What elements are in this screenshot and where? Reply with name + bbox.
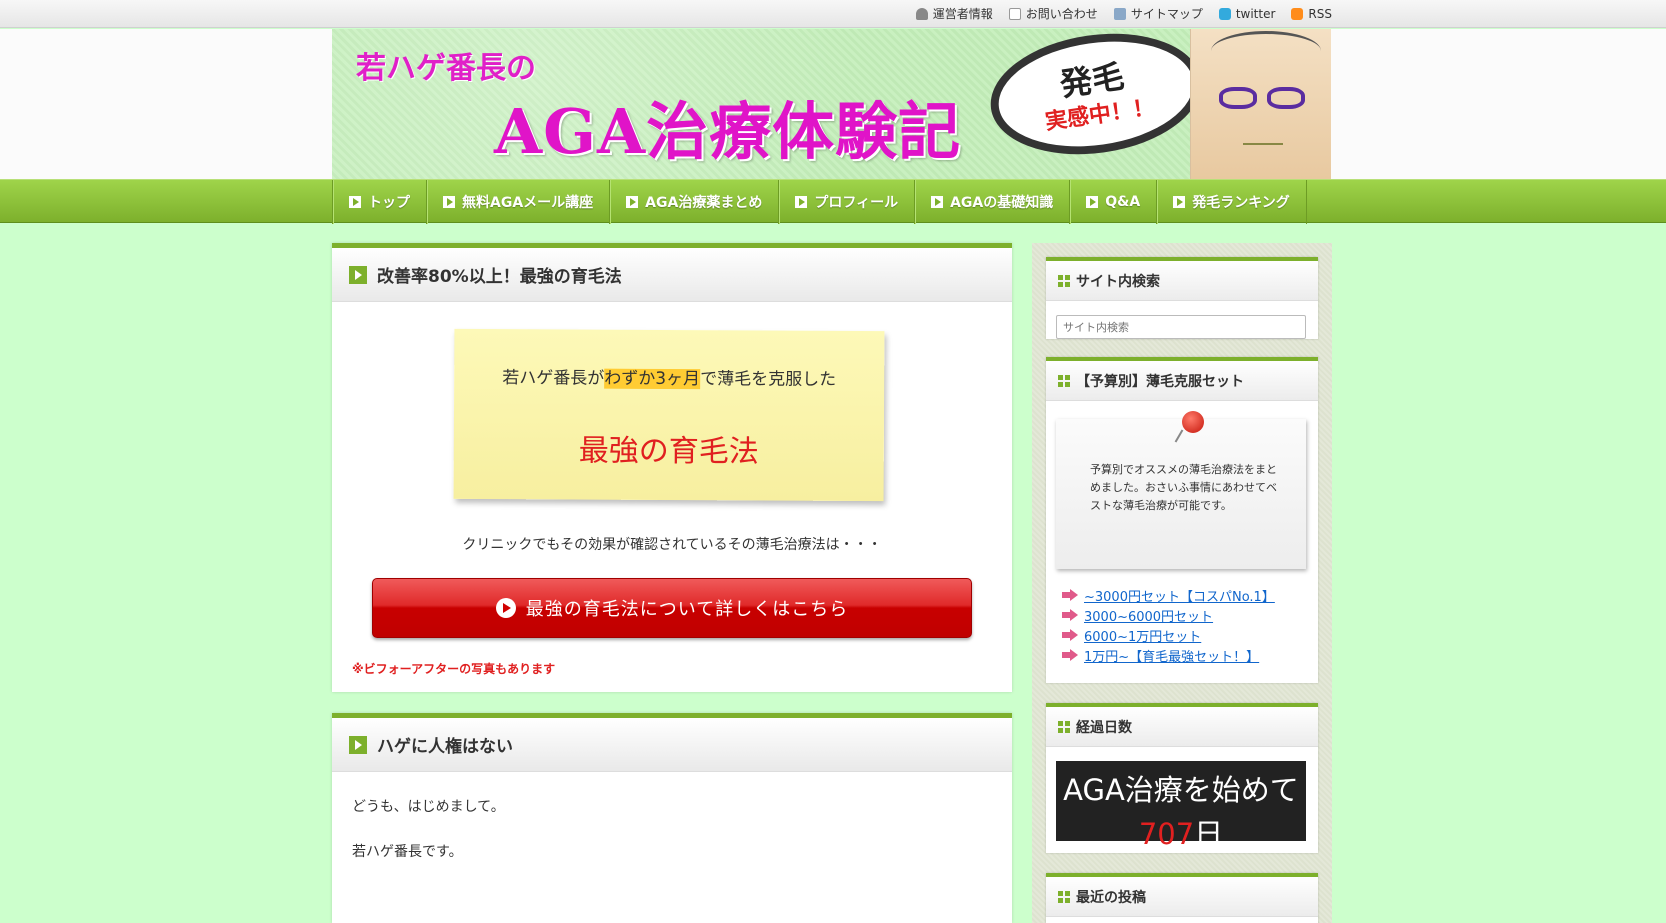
nav-item-basics[interactable]: AGAの基礎知識 [915,180,1071,224]
note-big-text: 最強の育毛法 [578,433,759,470]
mail-icon [1008,7,1021,20]
search-widget: サイト内検索 [1046,257,1318,339]
play-icon [443,196,455,208]
play-icon [349,265,367,284]
site-title: AGA治療体験記 [494,95,962,168]
budget-link-1[interactable]: ~3000円セット【コスパNo.1】 [1062,585,1275,605]
grid-icon [1058,374,1070,387]
recent-posts-widget: 最近の投稿 [1046,873,1318,923]
arrow-right-icon [1062,609,1078,621]
operator-info-link[interactable]: 運営者情報 [915,5,993,22]
nav-item-mail-course[interactable]: 無料AGAメール講座 [427,180,611,224]
arrow-right-icon [1062,629,1078,641]
cta-button[interactable]: 最強の育毛法について詳しくはこちら [372,578,972,638]
hair-icon [1211,31,1321,71]
play-icon [1173,196,1186,208]
intro-post: ハゲに人権はない どうも、はじめまして。 若ハゲ番長です。 [332,713,1012,923]
nav-item-drugs[interactable]: AGA治療薬まとめ [610,180,780,224]
arrow-right-icon [1062,649,1078,661]
nav-items: トップ 無料AGAメール講座 AGA治療薬まとめ プロフィール AGAの基礎知識… [332,180,1307,224]
sitemap-link[interactable]: サイトマップ [1113,5,1203,22]
budget-widget: 【予算別】薄毛克服セット 予算別でオススメの薄毛治療法をまとめました。おさいふ事… [1046,357,1318,683]
pinned-memo: 予算別でオススメの薄毛治療法をまとめました。おさいふ事情にあわせてベストな薄毛治… [1056,411,1306,569]
site-search-input[interactable] [1056,315,1306,339]
bubble-sub-text: 実感中！！ [1043,95,1157,136]
post-header: ハゲに人権はない [332,718,1012,772]
budget-link-2[interactable]: 3000~6000円セット [1062,605,1275,625]
budget-link-3[interactable]: 6000~1万円セット [1062,625,1275,645]
lead-text: クリニックでもその効果が確認されているその薄毛治療法は・・・ [462,537,882,553]
memo-text: 予算別でオススメの薄毛治療法をまとめました。おさいふ事情にあわせてベストな薄毛治… [1090,463,1277,512]
nav-item-top[interactable]: トップ [333,180,427,224]
global-nav: トップ 無料AGAメール講座 AGA治療薬まとめ プロフィール AGAの基礎知識… [0,179,1666,224]
post-title: 改善率80%以上！最強の育毛法 [377,267,622,287]
play-icon [349,196,361,208]
arrow-right-icon [1062,589,1078,601]
sticky-note: 若ハゲ番長がわずか3ヶ月で薄毛を克服した 最強の育毛法 [453,328,885,502]
play-icon [626,196,639,208]
play-icon [349,735,367,754]
play-icon [931,196,944,208]
mouth-icon [1243,139,1283,145]
nav-item-ranking[interactable]: 発毛ランキング [1157,180,1307,224]
widget-header: 最近の投稿 [1046,877,1318,917]
nav-item-profile[interactable]: プロフィール [779,180,916,224]
character-portrait [1190,29,1331,179]
highlight-text: わずか3ヶ月 [604,368,701,390]
day-counter: AGA治療を始めて 707日 [1056,761,1306,851]
top-utility-bar: 運営者情報 お問い合わせ サイトマップ twitter RSS [0,0,1666,28]
widget-header: サイト内検索 [1046,261,1318,301]
twitter-icon [1218,7,1231,20]
widget-header: 経過日数 [1046,707,1318,747]
rss-link[interactable]: RSS [1291,5,1332,22]
widget-header: 【予算別】薄毛克服セット [1046,361,1318,401]
counter-label: AGA治療を始めて [1063,773,1299,807]
utility-links: 運営者情報 お問い合わせ サイトマップ twitter RSS [915,5,1332,22]
nav-item-qa[interactable]: Q&A [1070,180,1158,224]
sitemap-icon [1113,7,1126,20]
grid-icon [1058,890,1070,903]
budget-links: ~3000円セット【コスパNo.1】 3000~6000円セット 6000~1万… [1062,585,1275,665]
post-title: ハゲに人権はない [377,737,513,757]
play-icon [1086,196,1099,208]
elapsed-days-widget: 経過日数 AGA治療を始めて 707日 [1046,703,1318,853]
rss-icon [1291,7,1304,20]
contact-link[interactable]: お問い合わせ [1008,5,1098,22]
post-header: 改善率80%以上！最強の育毛法 [332,248,1012,302]
counter-value: 707日 [1138,817,1224,851]
grid-icon [1058,274,1070,287]
featured-post: 改善率80%以上！最強の育毛法 若ハゲ番長がわずか3ヶ月で薄毛を克服した 最強の… [332,243,1012,692]
pushpin-icon [1182,411,1204,433]
person-icon [915,7,928,20]
paragraph: 若ハゲ番長です。 [352,844,463,860]
grid-icon [1058,720,1070,733]
paragraph: どうも、はじめまして。 [352,799,505,815]
note-headline: 若ハゲ番長がわずか3ヶ月で薄毛を克服した [502,368,837,390]
budget-link-4[interactable]: 1万円~【育毛最強セット！】 [1062,645,1275,665]
cta-label: 最強の育毛法について詳しくはこちら [525,599,849,620]
site-banner[interactable]: 若ハゲ番長の AGA治療体験記 発毛 実感中！！ [332,29,1331,179]
twitter-link[interactable]: twitter [1218,5,1275,22]
sidebar: サイト内検索 【予算別】薄毛克服セット 予算別でオススメの薄毛治療法をまとめまし… [1032,243,1332,923]
speech-bubble: 発毛 実感中！！ [982,29,1210,168]
before-after-note: ※ビフォーアフターの写真もあります [352,662,556,676]
glasses-icon [1219,87,1309,111]
play-icon [795,196,808,208]
arrow-circle-icon [495,598,516,618]
